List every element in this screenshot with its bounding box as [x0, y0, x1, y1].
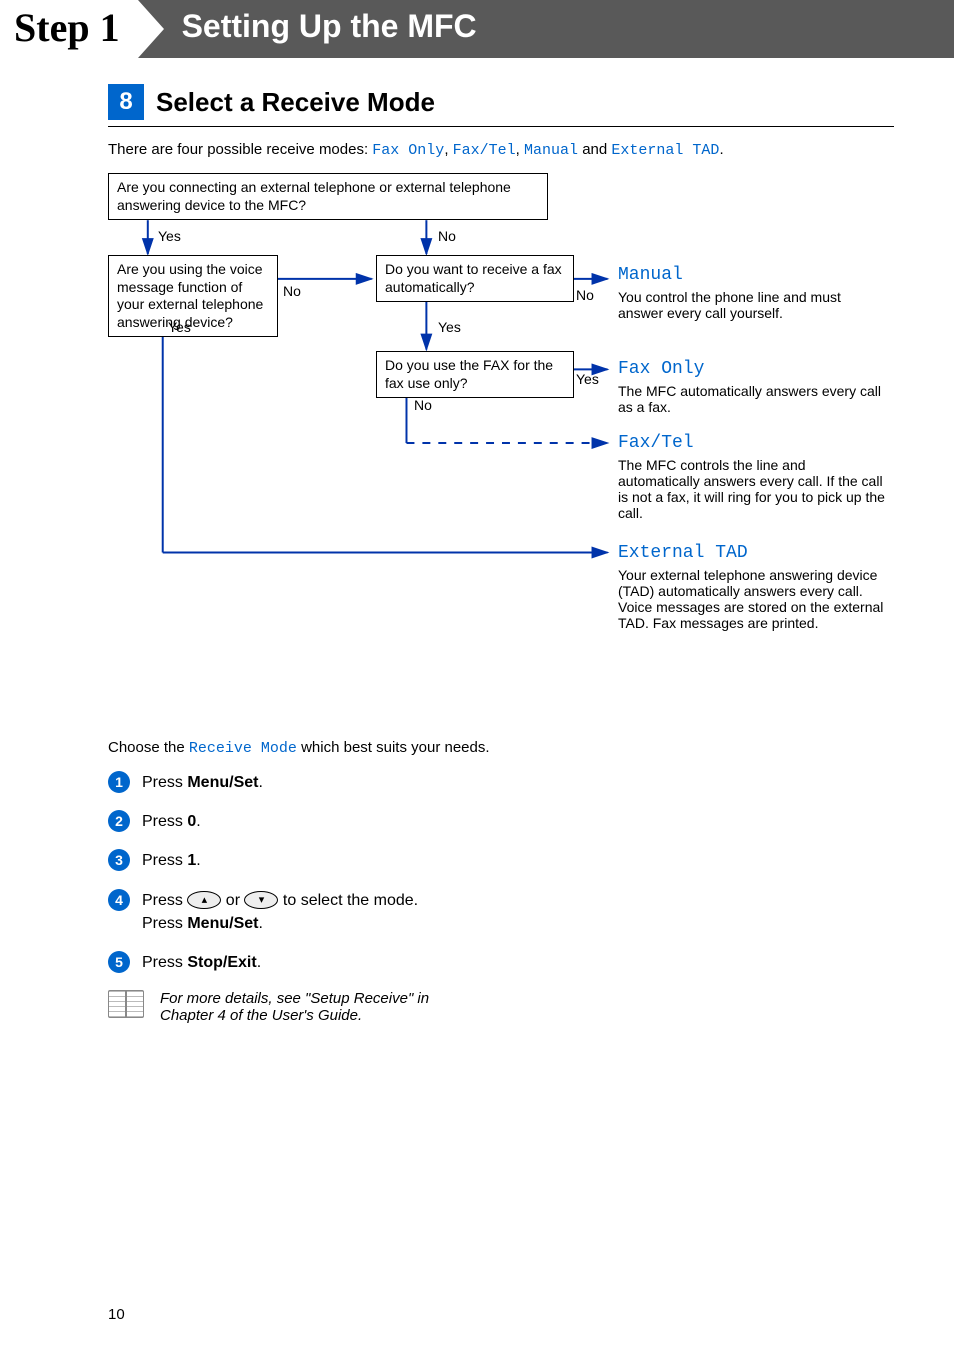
note-text: For more details, see "Setup Receive" in…	[160, 990, 480, 1024]
s1a: Press	[142, 774, 187, 791]
mode-fax-only-inline: Fax Only	[372, 142, 444, 159]
step-label: Step 1	[0, 0, 138, 58]
mode-manual-title: Manual	[618, 265, 888, 285]
mode-fax-only: Fax Only The MFC automatically answers e…	[618, 359, 888, 415]
choose-mode: Receive Mode	[189, 740, 297, 757]
mode-external-tad-desc: Your external telephone answering device…	[618, 567, 888, 631]
chevron-icon	[138, 0, 164, 58]
section-number-badge: 8	[108, 84, 144, 120]
s4e: .	[258, 915, 262, 932]
mode-fax-tel-title: Fax/Tel	[618, 433, 888, 453]
mode-fax-only-title: Fax Only	[618, 359, 888, 379]
step-badge-1: 1	[108, 771, 130, 793]
divider	[108, 126, 894, 127]
flow-yes3: Yes	[438, 319, 461, 335]
flow-q1: Are you connecting an external telephone…	[108, 173, 548, 220]
s5b: Stop/Exit	[187, 954, 256, 971]
s1c: .	[258, 774, 262, 791]
sep: ,	[444, 141, 452, 158]
intro-prefix: There are four possible receive modes:	[108, 141, 372, 158]
step-badge-5: 5	[108, 951, 130, 973]
step-3: 3 Press 1.	[108, 849, 894, 872]
s4a: Press	[142, 892, 187, 909]
sep: and	[578, 141, 611, 158]
mode-fax-tel: Fax/Tel The MFC controls the line and au…	[618, 433, 888, 521]
mode-external-tad-title: External TAD	[618, 543, 888, 563]
s3b: 1	[187, 852, 196, 869]
flow-no1: No	[438, 228, 456, 244]
step-4: 4 Press ▴ or ▾ to select the mode. Press…	[108, 889, 894, 935]
step-2: 2 Press 0.	[108, 810, 894, 833]
choose-prefix: Choose the	[108, 739, 189, 756]
flow-q3: Do you want to receive a fax automatical…	[376, 255, 574, 302]
flow-no3: No	[576, 287, 594, 303]
flow-no2: No	[283, 283, 301, 299]
mode-fax-tel-inline: Fax/Tel	[453, 142, 516, 159]
s2a: Press	[142, 813, 187, 830]
s2c: .	[196, 813, 200, 830]
s5a: Press	[142, 954, 187, 971]
intro-suffix: .	[719, 141, 723, 158]
flow-q2: Are you using the voice message function…	[108, 255, 278, 337]
mode-manual-desc: You control the phone line and must answ…	[618, 289, 888, 321]
flow-yes4: Yes	[576, 371, 599, 387]
sep: ,	[516, 141, 524, 158]
section-title: Select a Receive Mode	[156, 87, 435, 118]
mode-manual-inline: Manual	[524, 142, 578, 159]
s2b: 0	[187, 813, 196, 830]
down-arrow-icon: ▾	[244, 891, 278, 909]
mode-external-tad: External TAD Your external telephone ans…	[618, 543, 888, 631]
flow-yes2: Yes	[168, 319, 191, 335]
s4b: to select the mode.	[283, 892, 418, 909]
s1b: Menu/Set	[187, 774, 258, 791]
step-badge-2: 2	[108, 810, 130, 832]
up-arrow-icon: ▴	[187, 891, 221, 909]
page-number: 10	[108, 1306, 125, 1323]
flow-no4: No	[414, 397, 432, 413]
section-heading: 8 Select a Receive Mode	[108, 84, 894, 120]
mode-fax-only-desc: The MFC automatically answers every call…	[618, 383, 888, 415]
step-badge-3: 3	[108, 849, 130, 871]
mode-external-tad-inline: External TAD	[611, 142, 719, 159]
step-1: 1 Press Menu/Set.	[108, 771, 894, 794]
page-title: Setting Up the MFC	[164, 0, 954, 58]
s3c: .	[196, 852, 200, 869]
flow-yes1: Yes	[158, 228, 181, 244]
intro-text: There are four possible receive modes: F…	[108, 141, 894, 159]
s4d: Menu/Set	[187, 915, 258, 932]
choose-suffix: which best suits your needs.	[297, 739, 490, 756]
s4mid: or	[226, 892, 245, 909]
choose-line: Choose the Receive Mode which best suits…	[108, 739, 894, 757]
step-badge-4: 4	[108, 889, 130, 911]
mode-fax-tel-desc: The MFC controls the line and automatica…	[618, 457, 888, 521]
steps-list: 1 Press Menu/Set. 2 Press 0. 3 Press 1. …	[108, 771, 894, 974]
s4c: Press	[142, 915, 187, 932]
page-header: Step 1 Setting Up the MFC	[0, 0, 954, 58]
note: For more details, see "Setup Receive" in…	[108, 990, 894, 1024]
book-icon	[108, 990, 146, 1020]
flow-q4: Do you use the FAX for the fax use only?	[376, 351, 574, 398]
flowchart: Are you connecting an external telephone…	[108, 173, 894, 733]
s3a: Press	[142, 852, 187, 869]
mode-manual: Manual You control the phone line and mu…	[618, 265, 888, 321]
s5c: .	[257, 954, 261, 971]
step-5: 5 Press Stop/Exit.	[108, 951, 894, 974]
